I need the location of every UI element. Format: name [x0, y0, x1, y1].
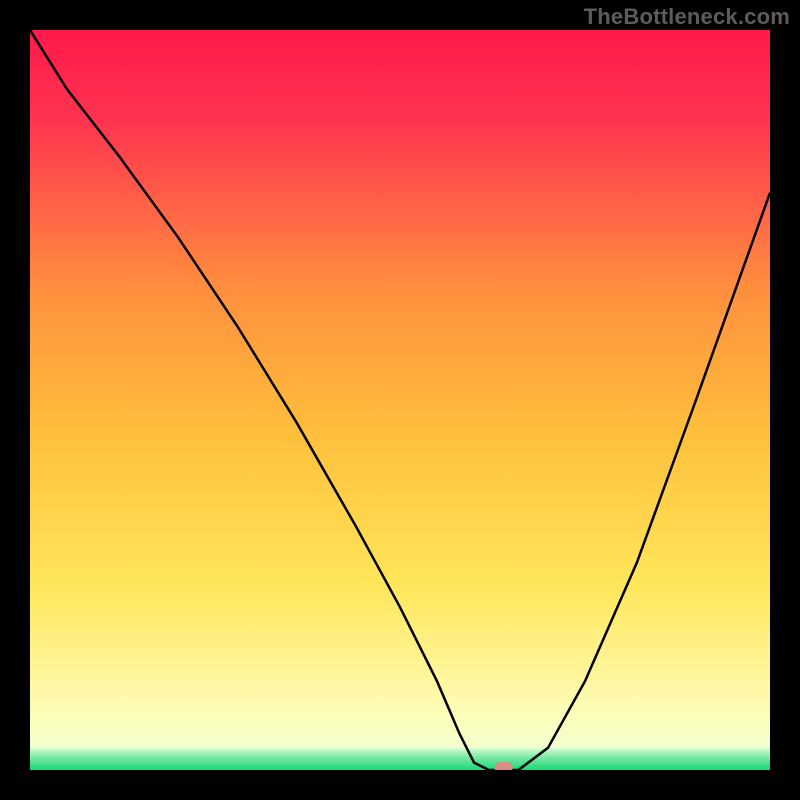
- plot-area: [30, 30, 770, 770]
- green-band: [30, 748, 770, 770]
- chart-svg: [30, 30, 770, 770]
- watermark-text: TheBottleneck.com: [584, 4, 790, 30]
- chart-frame: TheBottleneck.com: [0, 0, 800, 800]
- valley-marker: [495, 762, 513, 770]
- gradient-background: [30, 30, 770, 770]
